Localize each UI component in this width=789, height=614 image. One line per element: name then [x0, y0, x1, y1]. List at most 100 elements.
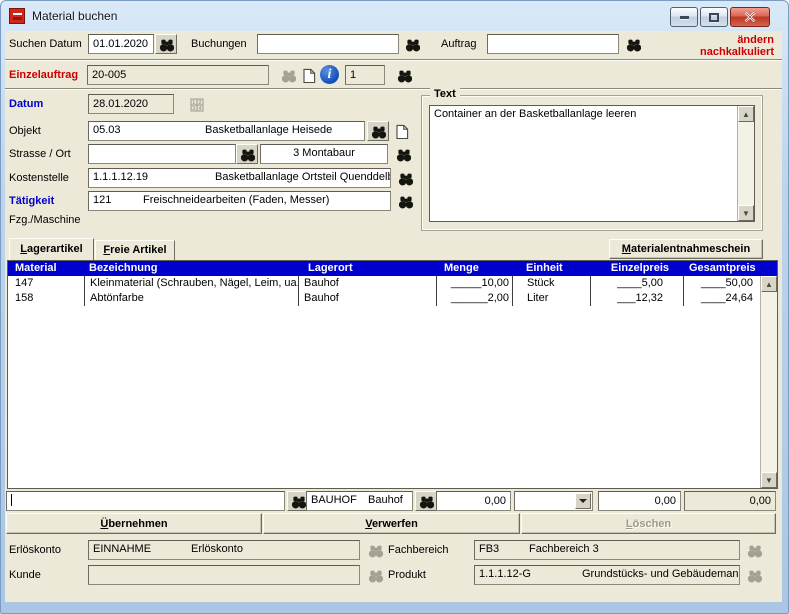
kostenstelle-field[interactable]: 1.1.1.12.19Basketballanlage Ortsteil Que… — [88, 168, 391, 188]
entry-gesamtpreis-field[interactable] — [684, 491, 776, 511]
taetigkeit-search-button[interactable] — [394, 191, 416, 211]
col-einzelpreis: Einzelpreis — [590, 261, 683, 276]
binoculars-icon — [368, 568, 383, 583]
loeschen-button: Löschen — [521, 513, 776, 534]
strasse-input[interactable] — [88, 144, 236, 164]
scroll-down-button[interactable]: ▼ — [738, 205, 754, 221]
text-area[interactable]: Container an der Basketballanlage leeren… — [429, 105, 755, 222]
erloeskonto-code: EINNAHME — [93, 541, 191, 558]
text-scrollbar[interactable]: ▲ ▼ — [737, 106, 754, 221]
entry-einheit-dropdown[interactable] — [514, 491, 593, 511]
table-row[interactable]: 147 Kleinmaterial (Schrauben, Nägel, Lei… — [8, 276, 777, 291]
cell-bezeichnung: Kleinmaterial (Schrauben, Nägel, Leim, u… — [84, 276, 298, 291]
binoculars-icon — [397, 68, 412, 83]
text-content: Container an der Basketballanlage leeren — [434, 108, 636, 120]
document-icon — [301, 68, 316, 83]
verwerfen-button[interactable]: Verwerfen — [263, 513, 520, 534]
maximize-icon — [709, 13, 719, 22]
auftrag-input[interactable] — [487, 34, 619, 54]
entry-lagerort-search-button[interactable] — [415, 491, 437, 511]
col-gesamtpreis: Gesamtpreis — [683, 261, 761, 276]
scroll-up-button[interactable]: ▲ — [738, 106, 754, 122]
erloeskonto-field[interactable]: EINNAHMEErlöskonto — [88, 540, 360, 560]
text-caret — [11, 494, 12, 506]
buchungen-search-button[interactable] — [401, 34, 423, 54]
fzg-maschine-label: Fzg./Maschine — [9, 214, 81, 226]
kunde-search-button — [364, 565, 386, 585]
uebernehmen-button[interactable]: Übernehmen — [6, 513, 262, 534]
kostenstelle-search-button[interactable] — [394, 168, 416, 188]
maximize-button[interactable] — [700, 7, 728, 27]
calendar-button — [187, 94, 205, 114]
tab-freie-artikel[interactable]: Freie Artikel — [95, 240, 175, 260]
verwerfen-label: Verwerfen — [365, 518, 418, 530]
fachbereich-search-button — [743, 540, 765, 560]
scroll-down-button[interactable]: ▼ — [761, 472, 777, 488]
dropdown-button[interactable] — [575, 493, 591, 509]
einzelauftrag-label: Einzelauftrag — [9, 69, 78, 81]
status-aendern: ändern — [700, 34, 774, 46]
einzelauftrag-search-button — [277, 65, 299, 85]
produkt-field[interactable]: 1.1.1.12-GGrundstücks- und Gebäudemanage… — [474, 565, 740, 585]
materialentnahmeschein-button[interactable]: Materialentnahmeschein — [609, 239, 763, 259]
table-scrollbar[interactable]: ▲ ▼ — [760, 276, 777, 488]
datum-input[interactable] — [88, 94, 174, 114]
taetigkeit-field[interactable]: 121Freischneidearbeiten (Faden, Messer) — [88, 191, 391, 211]
entry-lagerort-field[interactable]: BAUHOFBauhof — [306, 491, 413, 511]
cell-menge: _____10,00 — [436, 276, 512, 291]
entry-einzelpreis-input[interactable] — [598, 491, 681, 511]
app-icon — [9, 8, 25, 24]
close-button[interactable] — [730, 7, 770, 27]
entry-lagerort-code: BAUHOF — [311, 492, 368, 509]
entry-material-field[interactable] — [6, 491, 285, 511]
table-row[interactable]: 158 Abtönfarbe Bauhof ______2,00 Liter _… — [8, 291, 777, 306]
objekt-search-button[interactable] — [367, 121, 389, 141]
einzelauftrag-input[interactable] — [87, 65, 269, 85]
objekt-label: Objekt — [9, 125, 41, 137]
suchen-datum-search-button[interactable] — [155, 34, 177, 54]
entry-menge-input[interactable] — [436, 491, 511, 511]
new-document-button[interactable] — [299, 65, 317, 85]
objekt-field[interactable]: 05.03Basketballanlage Heisede — [88, 121, 365, 141]
app-window: Material buchen Suchen Datum Buchungen A… — [0, 0, 789, 614]
position-search-button[interactable] — [393, 65, 415, 85]
taetigkeit-code: 121 — [93, 192, 143, 209]
kostenstelle-code: 1.1.1.12.19 — [93, 169, 215, 186]
kunde-field[interactable] — [88, 565, 360, 585]
cell-material: 158 — [8, 291, 84, 306]
scroll-up-button[interactable]: ▲ — [761, 276, 777, 292]
minimize-button[interactable] — [670, 7, 698, 27]
ort-field[interactable]: 3 Montabaur — [260, 144, 388, 164]
text-groupbox-legend: Text — [430, 88, 460, 100]
binoculars-icon — [405, 37, 420, 52]
minimize-icon — [680, 16, 689, 19]
col-material: Material — [8, 261, 84, 276]
taetigkeit-label: Tätigkeit — [9, 195, 54, 207]
info-icon: i — [328, 67, 332, 83]
title-bar[interactable]: Material buchen — [1, 1, 788, 31]
col-menge: Menge — [436, 261, 512, 276]
cell-einzelpreis: ____5,00 — [590, 276, 683, 291]
ort-value: 3 Montabaur — [293, 147, 355, 159]
strasse-search-button[interactable] — [236, 144, 258, 164]
auftrag-label: Auftrag — [441, 38, 476, 50]
buchungen-label: Buchungen — [191, 38, 247, 50]
erloeskonto-search-button — [364, 540, 386, 560]
auftrag-search-button[interactable] — [622, 34, 644, 54]
fachbereich-name: Fachbereich 3 — [529, 543, 599, 555]
binoculars-icon — [368, 543, 383, 558]
binoculars-icon — [159, 37, 174, 52]
objekt-document-button[interactable] — [392, 121, 410, 141]
einzelauftrag-position-input[interactable] — [345, 65, 385, 85]
binoculars-icon — [419, 494, 434, 509]
cell-gesamtpreis: ____24,64 — [683, 291, 761, 306]
tab-lagerartikel[interactable]: Lagerartikel — [9, 238, 94, 260]
info-button[interactable]: i — [320, 65, 339, 84]
suchen-datum-input[interactable] — [88, 34, 154, 54]
buchungen-input[interactable] — [257, 34, 399, 54]
fachbereich-field[interactable]: FB3Fachbereich 3 — [474, 540, 740, 560]
cell-menge: ______2,00 — [436, 291, 512, 306]
produkt-code: 1.1.1.12-G — [479, 566, 582, 583]
loeschen-label: Löschen — [626, 518, 671, 530]
ort-search-button[interactable] — [392, 144, 414, 164]
